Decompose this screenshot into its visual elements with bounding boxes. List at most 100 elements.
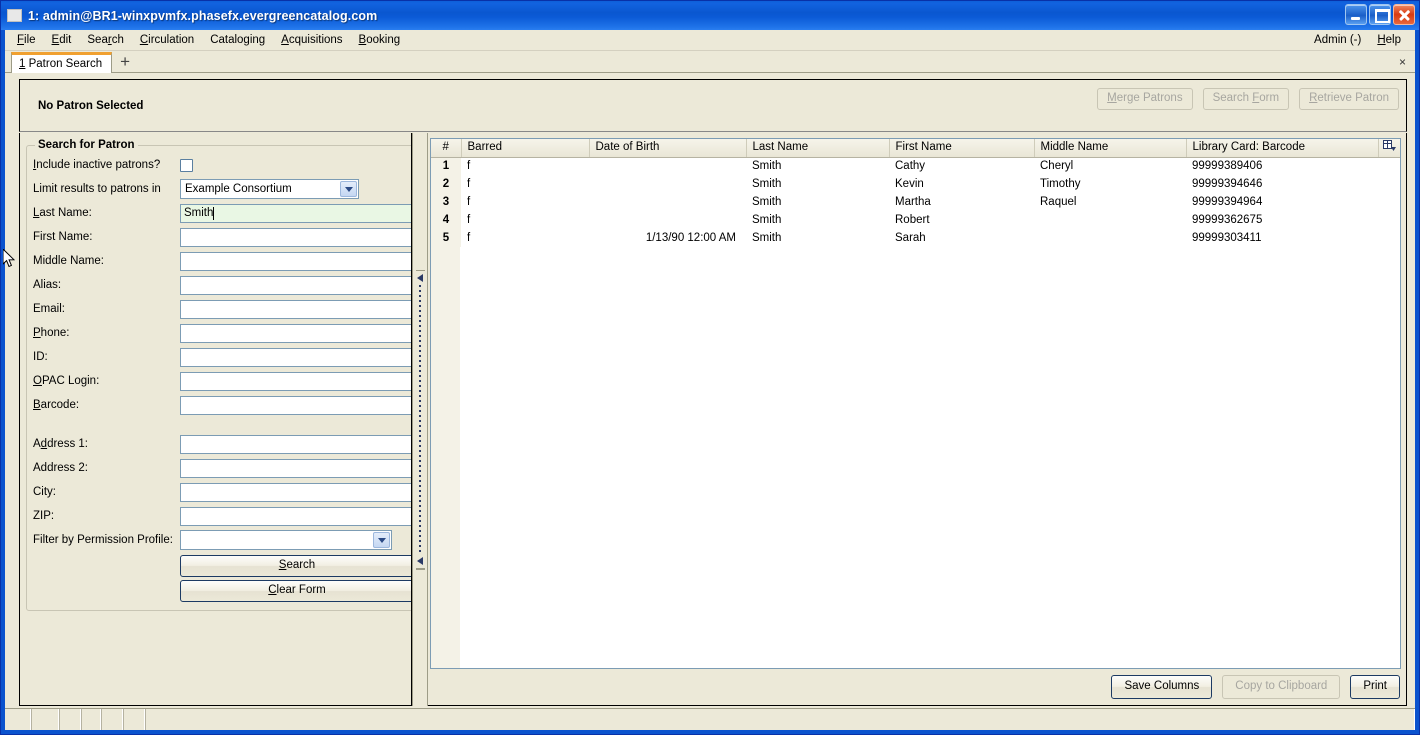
id-row: ID: [33,345,411,369]
maximize-button[interactable] [1369,4,1391,25]
phone-input[interactable] [180,323,411,343]
cell-library-card: 99999389406 [1192,159,1263,172]
application-window: 1: admin@BR1-winxpvmfx.phasefx.evergreen… [0,0,1420,735]
column-header-dob[interactable]: Date of Birth [589,139,747,158]
column-header-last[interactable]: Last Name [746,139,890,158]
column-picker-icon[interactable] [1378,139,1400,158]
first-name-input[interactable] [180,227,411,247]
cell-middle-name: Raquel [1040,195,1077,208]
menu-admin[interactable]: Admin (-) [1306,32,1369,48]
table-row[interactable]: 4 f Smith Robert 99999362675 [431,211,1400,229]
new-tab-button[interactable]: + [112,53,138,71]
table-row[interactable]: 1 f Smith Cathy Cheryl 99999389406 [431,157,1400,175]
cell-date-of-birth [589,175,746,193]
city-input[interactable] [180,482,411,502]
search-button[interactable]: Search [180,555,411,577]
pane-splitter[interactable] [412,133,428,706]
row-number: 2 [431,175,461,193]
table-row[interactable]: 3 f Smith Martha Raquel 99999394964 [431,193,1400,211]
column-header-barred[interactable]: Barred [461,139,590,158]
menu-edit[interactable]: Edit [44,32,80,48]
permission-profile-select[interactable] [180,530,392,550]
address1-input[interactable] [180,434,411,454]
splitter-collapse-up-icon[interactable] [417,274,423,283]
phone-row: Phone: [33,321,411,345]
minimize-button[interactable] [1345,4,1367,25]
column-header-middle[interactable]: Middle Name [1034,139,1187,158]
patron-status-text: No Patron Selected [38,99,144,112]
menu-help[interactable]: Help [1369,32,1409,48]
cell-date-of-birth [589,157,746,175]
menu-acquisitions[interactable]: Acquisitions [273,32,350,48]
id-input[interactable] [180,347,411,367]
alias-input[interactable] [180,275,411,295]
cell-library-card: 99999303411 [1192,231,1262,244]
splitter-grip[interactable] [415,269,425,570]
limit-results-select[interactable]: Example Consortium [180,179,359,199]
column-header-first[interactable]: First Name [889,139,1035,158]
row-number: 5 [431,229,461,247]
cell-first-name: Kevin [895,177,924,190]
include-inactive-label: Include inactive patrons? [33,159,161,171]
column-header-card[interactable]: Library Card: Barcode [1186,139,1379,158]
email-input[interactable] [180,299,411,319]
include-inactive-checkbox[interactable] [180,158,193,172]
table-row[interactable]: 5 f 1/13/90 12:00 AM Smith Sarah 99999303411 [431,229,1400,247]
row-number: 4 [431,211,461,229]
middle-name-input[interactable] [180,251,411,271]
menu-booking[interactable]: Booking [351,32,409,48]
results-pane: # Barred Date of Birth Last Name First N… [428,133,1407,706]
limit-results-row: Limit results to patrons in Example Cons… [33,177,411,201]
merge-patrons-button[interactable]: Merge Patrons [1097,88,1193,110]
status-segment-6 [123,709,145,730]
menu-cataloging[interactable]: Cataloging [202,32,273,48]
status-segment-2 [31,709,59,730]
clear-form-button[interactable]: Clear Form [180,580,411,602]
patron-summary-bar: No Patron Selected Merge Patrons Search … [19,79,1407,132]
search-form-button[interactable]: Search Form [1202,88,1290,110]
cell-last-name: Smith [752,177,782,190]
group-legend: Search for Patron [38,139,135,151]
cell-library-card: 99999394646 [1192,177,1263,190]
last-name-value: Smith [184,207,214,219]
copy-to-clipboard-button[interactable]: Copy to Clipboard [1222,675,1341,699]
menu-file[interactable]: File [9,32,44,48]
close-window-button[interactable] [1393,4,1415,25]
clear-button-row: Clear Form [33,580,411,602]
last-name-input[interactable]: Smith [180,203,411,223]
opac-login-input[interactable] [180,371,411,391]
cell-barred: f [467,177,471,190]
barcode-input[interactable] [180,395,411,415]
cell-middle-name [1034,211,1186,229]
row-number: 3 [431,193,461,211]
close-tab-icon[interactable]: × [1399,55,1415,69]
tab-number: 1 [19,58,26,70]
cell-spacer [1378,157,1400,175]
first-name-label: First Name: [33,231,93,243]
menu-search[interactable]: Search [79,32,131,48]
chevron-down-icon[interactable] [340,181,357,197]
results-table: # Barred Date of Birth Last Name First N… [431,139,1400,247]
status-bar [5,708,1415,730]
retrieve-patron-button[interactable]: Retrieve Patron [1299,88,1399,110]
menu-bar-right: Admin (-) Help [1306,32,1415,48]
chevron-down-icon[interactable] [373,532,390,548]
zip-input[interactable] [180,506,411,526]
address2-input[interactable] [180,458,411,478]
table-row[interactable]: 2 f Smith Kevin Timothy 99999394646 [431,175,1400,193]
title-bar: 1: admin@BR1-winxpvmfx.phasefx.evergreen… [1,1,1419,30]
menu-circulation[interactable]: Circulation [132,32,202,48]
column-header-num[interactable]: # [431,139,462,158]
tab-patron-search[interactable]: 1 Patron Search [11,52,113,73]
print-button[interactable]: Print [1350,675,1400,699]
cell-spacer [1378,193,1400,211]
results-grid: # Barred Date of Birth Last Name First N… [430,138,1401,669]
window-title: 1: admin@BR1-winxpvmfx.phasefx.evergreen… [28,8,378,23]
cell-last-name: Smith [752,195,782,208]
system-menu-icon[interactable] [7,9,22,22]
first-name-row: First Name: [33,225,411,249]
save-columns-button[interactable]: Save Columns [1111,675,1213,699]
tab-label: Patron Search [28,58,103,70]
splitter-collapse-down-icon[interactable] [417,556,423,565]
cell-last-name: Smith [752,159,782,172]
